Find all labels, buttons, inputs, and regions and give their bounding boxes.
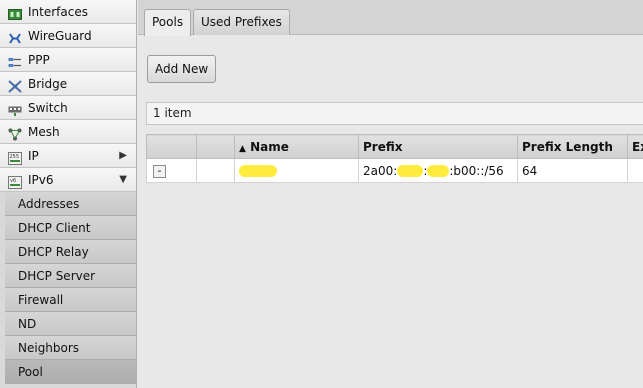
sidebar-item-label: Interfaces bbox=[28, 5, 88, 19]
bridge-icon bbox=[8, 77, 22, 93]
item-count-label: 1 item bbox=[153, 106, 192, 120]
sidebar-item-label: Mesh bbox=[28, 125, 60, 139]
sidebar-item-label: IPv6 bbox=[28, 173, 54, 187]
sidebar-subitem-pool[interactable]: Pool bbox=[5, 360, 136, 384]
item-count: 1 item bbox=[146, 102, 643, 125]
redacted-prefix-part bbox=[427, 165, 450, 177]
redacted-prefix-part bbox=[397, 165, 424, 177]
tab-bar: Pools Used Prefixes bbox=[138, 0, 643, 36]
remove-row-button[interactable]: - bbox=[153, 165, 166, 178]
sidebar-subitem-firewall[interactable]: Firewall bbox=[5, 288, 136, 312]
column-header-prefix[interactable]: Prefix bbox=[358, 134, 518, 159]
table-header-row: ▲ Name Prefix Prefix Length Ex bbox=[146, 134, 643, 159]
expire-cell bbox=[627, 158, 643, 183]
main-panel: Pools Used Prefixes Add New 1 item ▲ Nam… bbox=[138, 0, 643, 388]
pool-prefix-cell: 2a00:::b00::/56 bbox=[358, 158, 518, 183]
column-header-name[interactable]: ▲ Name bbox=[234, 134, 359, 159]
sidebar-subitem-dhcp-server[interactable]: DHCP Server bbox=[5, 264, 136, 288]
sort-ascending-icon: ▲ bbox=[239, 143, 246, 154]
sidebar-item-ip[interactable]: 255 IP ▶ bbox=[0, 144, 136, 168]
switch-icon bbox=[8, 101, 22, 116]
sidebar-subitem-addresses[interactable]: Addresses bbox=[5, 192, 136, 216]
sidebar-item-label: IP bbox=[28, 149, 39, 163]
sidebar-subitem-dhcp-client[interactable]: DHCP Client bbox=[5, 216, 136, 240]
table-row[interactable]: - 2a00:::b00::/56 64 bbox=[146, 158, 643, 183]
sidebar-subitem-nd[interactable]: ND bbox=[5, 312, 136, 336]
sidebar-item-bridge[interactable]: Bridge bbox=[0, 72, 136, 96]
ppp-icon bbox=[8, 53, 22, 67]
column-header-expire[interactable]: Ex bbox=[627, 134, 643, 159]
ip-icon: 255 bbox=[8, 149, 22, 165]
column-header-actions bbox=[146, 134, 197, 159]
ipv6-icon: v6 bbox=[8, 173, 22, 189]
sidebar-item-switch[interactable]: Switch bbox=[0, 96, 136, 120]
wireguard-icon bbox=[8, 29, 22, 44]
prefix-length-cell: 64 bbox=[517, 158, 628, 183]
row-actions-cell: - bbox=[146, 158, 197, 183]
tab-pools[interactable]: Pools bbox=[144, 9, 192, 36]
mesh-icon bbox=[8, 125, 22, 141]
row-flags-cell bbox=[196, 158, 235, 183]
sidebar-item-ipv6[interactable]: v6 IPv6 ▼ bbox=[0, 168, 136, 192]
sidebar-item-label: Bridge bbox=[28, 77, 68, 91]
tab-used-prefixes[interactable]: Used Prefixes bbox=[193, 9, 290, 35]
add-new-button[interactable]: Add New bbox=[147, 55, 217, 83]
column-header-prefix-length[interactable]: Prefix Length bbox=[517, 134, 628, 159]
sidebar-item-mesh[interactable]: Mesh bbox=[0, 120, 136, 144]
sidebar-item-wireguard[interactable]: WireGuard bbox=[0, 24, 136, 48]
sidebar-item-interfaces[interactable]: Interfaces bbox=[0, 0, 136, 24]
sidebar-item-label: WireGuard bbox=[28, 29, 92, 43]
interfaces-icon bbox=[8, 5, 22, 20]
collapse-arrow-icon: ▼ bbox=[119, 174, 127, 185]
svg-text:255: 255 bbox=[10, 154, 20, 160]
sidebar-item-label: Switch bbox=[28, 101, 68, 115]
sidebar-item-label: PPP bbox=[28, 53, 50, 67]
sidebar: Interfaces WireGuard PPP Bridge Switch M… bbox=[0, 0, 137, 388]
column-header-flags bbox=[196, 134, 235, 159]
expand-arrow-icon: ▶ bbox=[119, 150, 127, 161]
sidebar-subitem-dhcp-relay[interactable]: DHCP Relay bbox=[5, 240, 136, 264]
redacted-name bbox=[239, 165, 277, 177]
pools-table: ▲ Name Prefix Prefix Length Ex - 2a00:::… bbox=[146, 134, 643, 183]
svg-text:v6: v6 bbox=[10, 178, 16, 184]
sidebar-item-ppp[interactable]: PPP bbox=[0, 48, 136, 72]
sidebar-subitem-neighbors[interactable]: Neighbors bbox=[5, 336, 136, 360]
pool-name-cell bbox=[234, 158, 359, 183]
